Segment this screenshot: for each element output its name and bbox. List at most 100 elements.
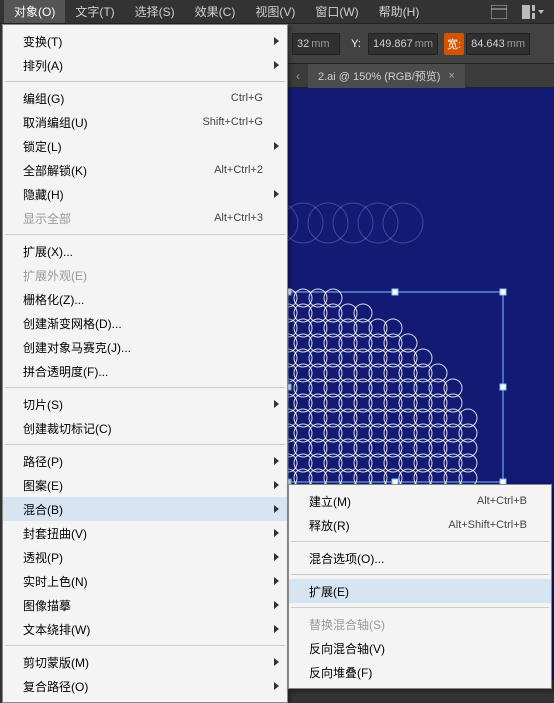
submenu-arrow-icon bbox=[274, 625, 279, 633]
document-tab[interactable]: 2.ai @ 150% (RGB/预览) × bbox=[308, 64, 465, 88]
field-x[interactable]: 32 mm bbox=[292, 33, 340, 55]
menu-label: 拼合透明度(F)... bbox=[23, 363, 263, 380]
submenu-arrow-icon bbox=[274, 400, 279, 408]
submenu-arrow-icon bbox=[274, 601, 279, 609]
menu-label: 反向混合轴(V) bbox=[309, 640, 527, 657]
object-menu-item[interactable]: 创建渐变网格(D)... bbox=[3, 311, 287, 335]
menu-separator bbox=[5, 444, 285, 445]
menu-type[interactable]: 文字(T) bbox=[65, 0, 124, 23]
menu-label: 复合路径(O) bbox=[23, 678, 263, 695]
field-width[interactable]: 84.643 mm bbox=[466, 33, 530, 55]
chevron-down-icon bbox=[538, 10, 544, 14]
submenu-arrow-icon bbox=[274, 658, 279, 666]
blend-submenu-item[interactable]: 混合选项(O)... bbox=[289, 546, 551, 570]
object-menu-item[interactable]: 创建裁切标记(C) bbox=[3, 416, 287, 440]
object-menu-item[interactable]: 全部解锁(K)Alt+Ctrl+2 bbox=[3, 158, 287, 182]
tab-close[interactable]: × bbox=[448, 70, 454, 82]
menu-select[interactable]: 选择(S) bbox=[125, 0, 185, 23]
blend-submenu-item[interactable]: 反向混合轴(V) bbox=[289, 636, 551, 660]
object-menu-item[interactable]: 变换(T) bbox=[3, 29, 287, 53]
menu-label: 建立(M) bbox=[309, 493, 477, 510]
object-menu-item[interactable]: 文本绕排(W) bbox=[3, 617, 287, 641]
field-y[interactable]: 149.867 mm bbox=[368, 33, 438, 55]
menu-label: 栅格化(Z)... bbox=[23, 291, 263, 308]
menu-shortcut: Alt+Shift+Ctrl+B bbox=[448, 519, 527, 531]
blend-submenu-item[interactable]: 反向堆叠(F) bbox=[289, 660, 551, 684]
object-menu-item[interactable]: 混合(B) bbox=[3, 497, 287, 521]
width-label: 宽: bbox=[444, 33, 464, 55]
menu-window[interactable]: 窗口(W) bbox=[305, 0, 368, 23]
object-menu-item[interactable]: 创建对象马赛克(J)... bbox=[3, 335, 287, 359]
object-menu-item: 扩展外观(E) bbox=[3, 263, 287, 287]
object-menu-item[interactable]: 编组(G)Ctrl+G bbox=[3, 86, 287, 110]
menu-label: 扩展(X)... bbox=[23, 243, 263, 260]
w-unit: mm bbox=[507, 38, 525, 50]
blend-submenu-item[interactable]: 建立(M)Alt+Ctrl+B bbox=[289, 489, 551, 513]
object-menu-item[interactable]: 封套扭曲(V) bbox=[3, 521, 287, 545]
menu-label: 混合选项(O)... bbox=[309, 550, 527, 567]
workspace-icon[interactable] bbox=[488, 3, 510, 21]
menu-shortcut: Ctrl+G bbox=[231, 92, 263, 104]
menu-label: 编组(G) bbox=[23, 90, 231, 107]
arrange-icon[interactable] bbox=[522, 3, 544, 21]
blend-submenu-item[interactable]: 扩展(E) bbox=[289, 579, 551, 603]
menu-label: 隐藏(H) bbox=[23, 186, 263, 203]
menu-shortcut: Alt+Ctrl+3 bbox=[214, 212, 263, 224]
object-menu-item[interactable]: 切片(S) bbox=[3, 392, 287, 416]
menu-shortcut: Alt+Ctrl+2 bbox=[214, 164, 263, 176]
menu-label: 锁定(L) bbox=[23, 138, 263, 155]
options-bar: 32 mm Y: 149.867 mm 宽: 84.643 mm bbox=[288, 24, 554, 64]
menu-label: 排列(A) bbox=[23, 57, 263, 74]
menu-label: 取消编组(U) bbox=[23, 114, 202, 131]
object-menu-item[interactable]: 剪切蒙版(M) bbox=[3, 650, 287, 674]
submenu-arrow-icon bbox=[274, 457, 279, 465]
menu-effect[interactable]: 效果(C) bbox=[185, 0, 246, 23]
menu-label: 混合(B) bbox=[23, 501, 263, 518]
y-label: Y: bbox=[346, 33, 366, 55]
menu-label: 变换(T) bbox=[23, 33, 263, 50]
tab-title: 2.ai @ 150% (RGB/预览) bbox=[318, 68, 440, 84]
menu-label: 图像描摹 bbox=[23, 597, 263, 614]
menu-label: 反向堆叠(F) bbox=[309, 664, 527, 681]
menu-label: 图案(E) bbox=[23, 477, 263, 494]
object-menu-item[interactable]: 栅格化(Z)... bbox=[3, 287, 287, 311]
submenu-arrow-icon bbox=[274, 37, 279, 45]
object-menu-item[interactable]: 锁定(L) bbox=[3, 134, 287, 158]
blend-submenu: 建立(M)Alt+Ctrl+B释放(R)Alt+Shift+Ctrl+B混合选项… bbox=[288, 484, 552, 689]
submenu-arrow-icon bbox=[274, 505, 279, 513]
object-menu-item[interactable]: 图案(E) bbox=[3, 473, 287, 497]
submenu-arrow-icon bbox=[274, 481, 279, 489]
object-menu-item[interactable]: 拼合透明度(F)... bbox=[3, 359, 287, 383]
menu-separator bbox=[291, 541, 549, 542]
tab-prev[interactable]: ‹ bbox=[288, 69, 308, 83]
menu-label: 释放(R) bbox=[309, 517, 448, 534]
menu-label: 封套扭曲(V) bbox=[23, 525, 263, 542]
object-menu-item[interactable]: 排列(A) bbox=[3, 53, 287, 77]
menu-label: 创建渐变网格(D)... bbox=[23, 315, 263, 332]
menu-view[interactable]: 视图(V) bbox=[245, 0, 305, 23]
menu-object[interactable]: 对象(O) bbox=[4, 0, 65, 23]
object-menu-item[interactable]: 复合路径(O) bbox=[3, 674, 287, 698]
menu-label: 创建裁切标记(C) bbox=[23, 420, 263, 437]
menu-help[interactable]: 帮助(H) bbox=[369, 0, 430, 23]
menu-label: 替换混合轴(S) bbox=[309, 616, 527, 633]
blend-submenu-item[interactable]: 释放(R)Alt+Shift+Ctrl+B bbox=[289, 513, 551, 537]
object-menu-item[interactable]: 实时上色(N) bbox=[3, 569, 287, 593]
object-menu-item[interactable]: 取消编组(U)Shift+Ctrl+G bbox=[3, 110, 287, 134]
menu-bar: 对象(O) 文字(T) 选择(S) 效果(C) 视图(V) 窗口(W) 帮助(H… bbox=[0, 0, 554, 24]
object-menu-item[interactable]: 隐藏(H) bbox=[3, 182, 287, 206]
menu-label: 透视(P) bbox=[23, 549, 263, 566]
menu-label: 剪切蒙版(M) bbox=[23, 654, 263, 671]
menu-separator bbox=[5, 645, 285, 646]
object-menu-dropdown: 变换(T)排列(A)编组(G)Ctrl+G取消编组(U)Shift+Ctrl+G… bbox=[2, 24, 288, 703]
object-menu-item[interactable]: 图像描摹 bbox=[3, 593, 287, 617]
object-menu-item[interactable]: 路径(P) bbox=[3, 449, 287, 473]
w-value: 84.643 bbox=[471, 38, 505, 50]
submenu-arrow-icon bbox=[274, 190, 279, 198]
object-menu-item[interactable]: 扩展(X)... bbox=[3, 239, 287, 263]
menu-shortcut: Alt+Ctrl+B bbox=[477, 495, 527, 507]
y-value: 149.867 bbox=[373, 38, 413, 50]
object-menu-item[interactable]: 透视(P) bbox=[3, 545, 287, 569]
menu-separator bbox=[5, 81, 285, 82]
x-unit: mm bbox=[311, 38, 329, 50]
